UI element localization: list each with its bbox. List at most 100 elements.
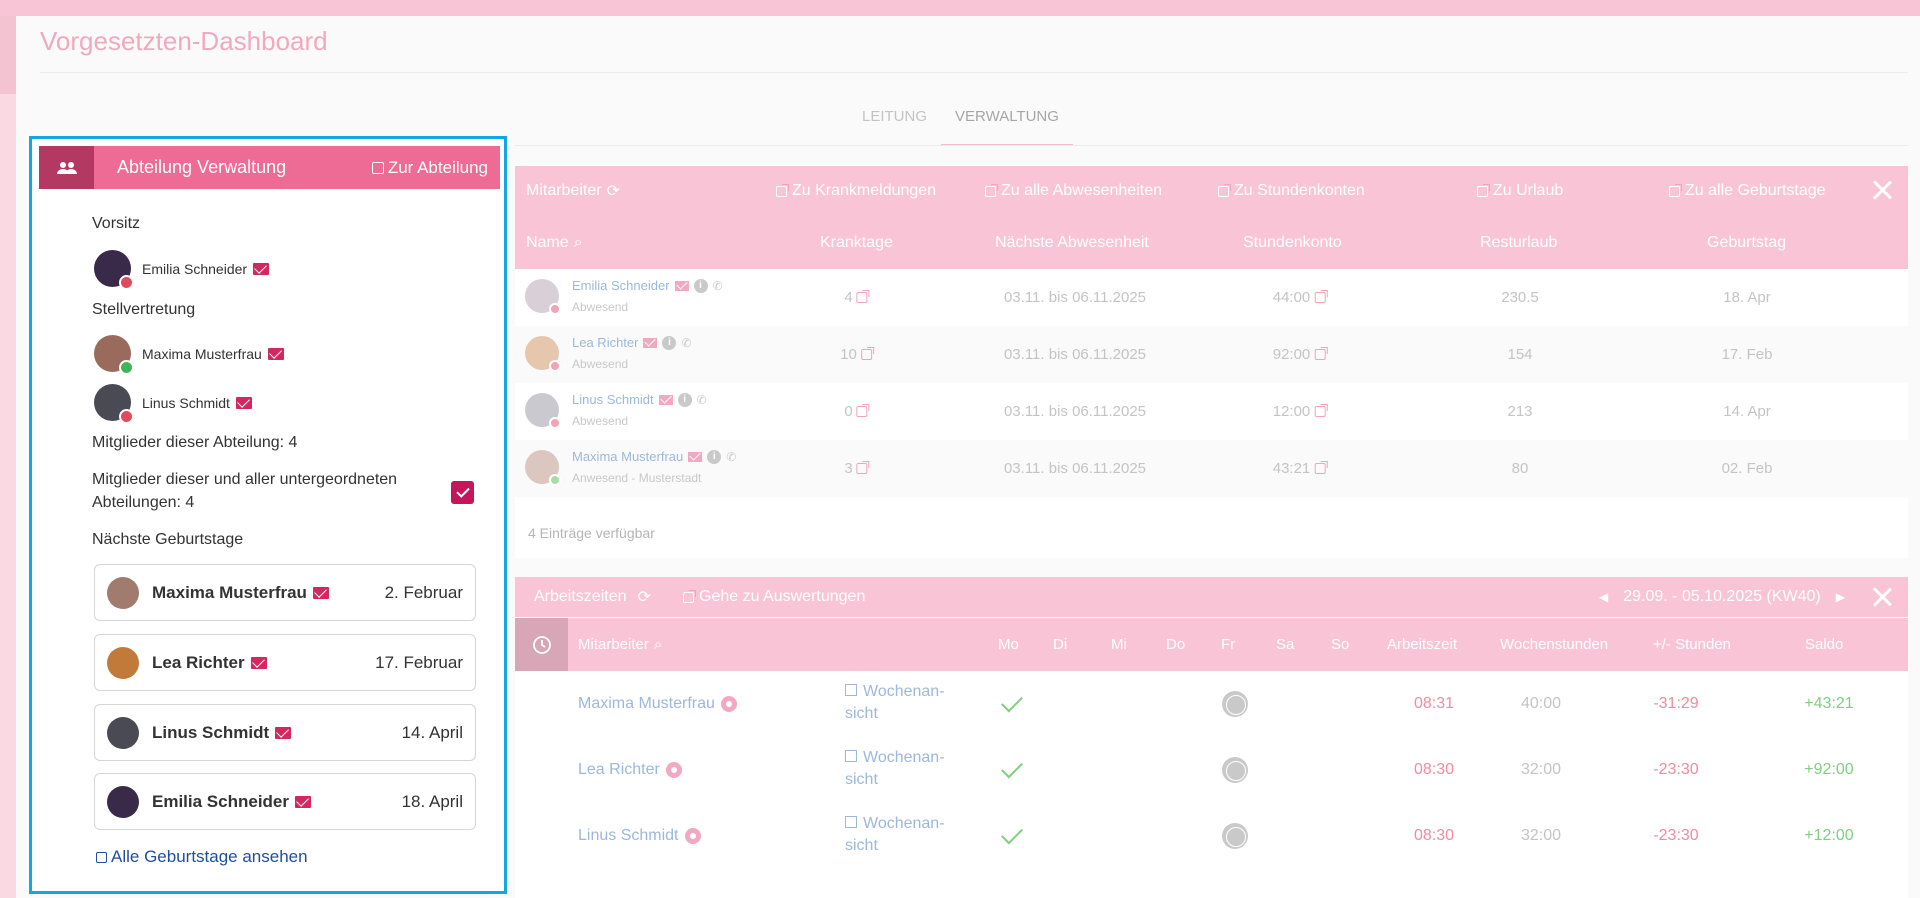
employee-name-text[interactable]: Emilia Schneider	[572, 278, 670, 293]
link-label: Zu alle Abwesenheiten	[1001, 182, 1162, 199]
status-dot	[119, 360, 134, 375]
hour-account-cell: 43:21	[1273, 440, 1328, 497]
all-birthdays-link[interactable]: Alle Geburtstage ansehen	[96, 847, 308, 867]
birthday-date: 18. April	[401, 791, 463, 811]
mail-icon[interactable]	[235, 396, 252, 409]
include-subdepartments-checkbox[interactable]	[451, 481, 474, 504]
external-link-icon[interactable]	[1314, 404, 1328, 417]
mail-icon[interactable]	[253, 262, 270, 275]
info-icon[interactable]: i	[693, 278, 708, 293]
phone-icon[interactable]: ✆	[713, 279, 723, 293]
mail-icon[interactable]	[312, 586, 329, 599]
external-link-icon[interactable]	[856, 404, 870, 417]
birthday-card[interactable]: Maxima Musterfrau 2. Februar	[94, 564, 476, 621]
birthday-name: Linus Schmidt	[152, 722, 270, 742]
evaluation-link[interactable]: Gehe zu Auswertungen	[683, 577, 865, 617]
column-name[interactable]: Name ⌕	[526, 216, 583, 269]
external-link-icon[interactable]	[1314, 347, 1328, 360]
mail-icon[interactable]	[250, 656, 267, 669]
phone-icon[interactable]: ✆	[681, 336, 691, 350]
external-link-icon[interactable]	[856, 461, 870, 474]
globe-icon[interactable]	[1222, 803, 1248, 869]
left-rail	[0, 16, 16, 898]
column-next-absence[interactable]: Nächste Abwesenheit	[995, 216, 1149, 269]
column-sick-days[interactable]: Kranktage	[820, 216, 893, 269]
external-link-icon[interactable]	[856, 290, 870, 303]
globe-icon[interactable]	[1222, 737, 1248, 803]
column-do: Do	[1166, 636, 1186, 653]
search-icon[interactable]: ⌕	[574, 234, 583, 252]
remaining-vacation: 154	[1507, 346, 1533, 363]
link-birthdays[interactable]: Zu alle Geburtstage	[1669, 166, 1826, 216]
sick-days: 0	[844, 403, 853, 420]
person-name[interactable]: Maxima Musterfrau	[142, 346, 262, 362]
info-icon[interactable]: i	[677, 392, 692, 407]
mail-icon[interactable]	[295, 795, 311, 808]
chevron-right-icon[interactable]: ▶	[1836, 590, 1845, 604]
external-link-icon[interactable]	[1314, 461, 1328, 474]
mail-icon[interactable]	[275, 726, 292, 739]
link-hour-accounts[interactable]: Zu Stundenkonten	[1218, 166, 1365, 216]
link-vacation[interactable]: Zu Urlaub	[1477, 166, 1563, 216]
week-view-link[interactable]: Wochenan-sicht	[845, 681, 955, 725]
birthday-card[interactable]: Lea Richter 17. Februar	[94, 634, 476, 691]
column-birthday[interactable]: Geburtstag	[1707, 216, 1786, 269]
clock-icon[interactable]	[515, 618, 568, 671]
employee-name-text[interactable]: Maxima Musterfrau	[572, 449, 683, 464]
sick-days-cell: 4	[844, 269, 870, 326]
refresh-icon[interactable]: ⟳	[638, 587, 651, 607]
globe-icon[interactable]	[1222, 671, 1248, 737]
worktime: 08:30	[1413, 761, 1455, 778]
search-icon[interactable]: ⌕	[654, 636, 662, 653]
person-name[interactable]: Linus Schmidt	[142, 395, 230, 411]
week-view-label: Wochenan-	[863, 815, 945, 832]
employee-name-text[interactable]: Linus Schmidt	[572, 392, 654, 407]
column-sa: Sa	[1276, 636, 1295, 653]
column-label: Name	[526, 233, 569, 251]
employee-name-text[interactable]: Lea Richter	[578, 761, 660, 779]
chevron-left-icon[interactable]: ◀	[1599, 590, 1608, 604]
employee-name: Lea Richter	[578, 737, 682, 803]
employee-name-text[interactable]: Lea Richter	[572, 335, 638, 350]
mail-icon[interactable]	[688, 451, 703, 462]
external-link-icon[interactable]	[860, 347, 874, 360]
birthday-card[interactable]: Linus Schmidt 14. April	[94, 704, 476, 761]
phone-icon[interactable]: ✆	[697, 393, 707, 407]
column-worktime: Arbeitszeit	[1387, 636, 1458, 653]
rail-tab[interactable]	[0, 16, 16, 94]
mail-icon[interactable]	[674, 280, 689, 291]
employee-name-text[interactable]: Linus Schmidt	[578, 827, 679, 845]
week-view-link[interactable]: Wochenan-sicht	[845, 813, 955, 857]
mail-icon[interactable]	[267, 347, 284, 360]
column-remaining-vacation[interactable]: Resturlaub	[1480, 216, 1557, 269]
birthday-card[interactable]: Emilia Schneider 18. April	[94, 773, 476, 830]
tab-verwaltung[interactable]: VERWALTUNG	[941, 96, 1073, 146]
mail-icon[interactable]	[643, 337, 658, 348]
close-icon[interactable]	[1870, 585, 1894, 609]
deputy-person: Maxima Musterfrau	[94, 335, 284, 375]
avatar	[525, 279, 561, 315]
birthday-date: 17. Februar	[375, 652, 463, 672]
link-absences[interactable]: Zu alle Abwesenheiten	[985, 166, 1162, 216]
refresh-icon[interactable]: ⟳	[607, 181, 620, 201]
employee-name-text[interactable]: Maxima Musterfrau	[578, 695, 715, 713]
column-hour-account[interactable]: Stundenkonto	[1243, 216, 1342, 269]
gear-icon[interactable]	[665, 762, 682, 778]
link-sick-reports[interactable]: Zu Krankmeldungen	[776, 166, 936, 216]
info-icon[interactable]: i	[662, 335, 677, 350]
phone-icon[interactable]: ✆	[726, 450, 736, 464]
column-mo: Mo	[998, 636, 1019, 653]
tab-leitung[interactable]: LEITUNG	[848, 96, 941, 146]
week-view-link[interactable]: Wochenan-sicht	[845, 747, 955, 791]
balance: +12:00	[1804, 827, 1854, 844]
external-link-icon[interactable]	[1314, 290, 1328, 303]
close-icon[interactable]	[1870, 178, 1894, 202]
info-icon[interactable]: i	[707, 449, 722, 464]
mail-icon[interactable]	[658, 394, 673, 405]
column-employee[interactable]: Mitarbeiter ⌕	[578, 618, 662, 671]
employees-title: Mitarbeiter ⟳	[526, 166, 620, 216]
gear-icon[interactable]	[720, 696, 737, 712]
gear-icon[interactable]	[684, 828, 701, 844]
person-name[interactable]: Emilia Schneider	[142, 261, 247, 277]
goto-department-link[interactable]: Zur Abteilung	[371, 158, 488, 178]
